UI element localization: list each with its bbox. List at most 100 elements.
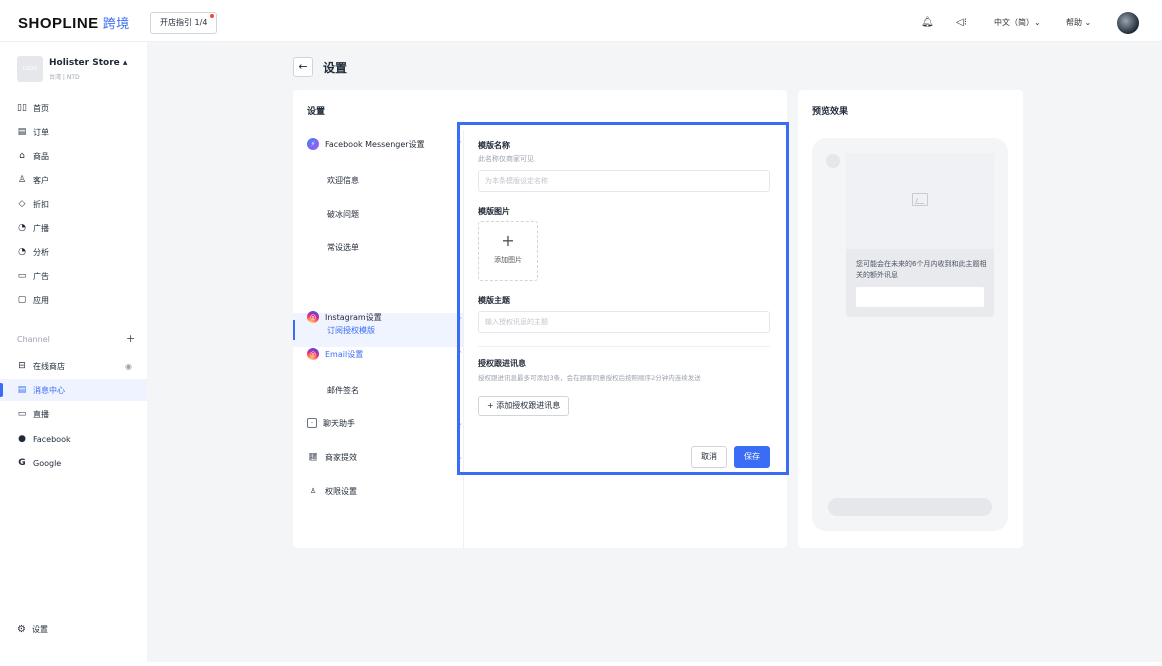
- submenu-welcome-message[interactable]: 欢迎信息: [327, 175, 359, 186]
- google-icon: G: [18, 458, 26, 468]
- facebook-icon: ●: [18, 434, 26, 444]
- user-permission-icon: ♙: [309, 487, 317, 495]
- preview-card: 预览效果 您可能会在未来的6个月内收到和此主题相关的额外讯息: [798, 90, 1023, 548]
- sidebar-item-label: 在线商店: [33, 361, 65, 371]
- email-icon: ◎: [307, 348, 319, 360]
- sidebar-item-label: 广播: [33, 223, 49, 233]
- customer-icon: ♙: [17, 175, 27, 185]
- preview-title: 预览效果: [812, 107, 849, 117]
- sidebar-item-broadcast[interactable]: ◔ 广播: [17, 220, 142, 236]
- sidebar-item-label: Facebook: [33, 434, 71, 444]
- shopline-logo[interactable]: SHOPLINE 跨境: [18, 13, 130, 32]
- submenu-icebreaker[interactable]: 破冰问题: [327, 209, 359, 220]
- store-guide-label: 开店指引 1/4: [160, 18, 208, 27]
- sidebar-item-live[interactable]: ▭ 直播: [17, 406, 142, 422]
- help-menu[interactable]: 帮助 ⌄: [1066, 17, 1091, 28]
- ads-icon: ▭: [17, 271, 27, 281]
- menu-messenger-settings[interactable]: ⚡︎ Facebook Messenger设置 ⌃: [307, 136, 463, 152]
- sidebar-item-home[interactable]: ▯▯ 首页: [17, 100, 142, 116]
- sidebar-item-message-center[interactable]: ▤ 消息中心: [17, 382, 142, 398]
- language-select[interactable]: 中文（简）⌄: [994, 17, 1041, 28]
- sidebar-item-label: 消息中心: [33, 385, 65, 395]
- sidebar-item-orders[interactable]: ▤ 订单: [17, 124, 142, 140]
- sidebar: LOGO Holister Store ▴ 台湾 | NTD ▯▯ 首页 ▤ 订单 …: [0, 42, 147, 666]
- apps-icon: ▢: [17, 295, 27, 305]
- home-icon: ▯▯: [17, 103, 27, 113]
- tag-icon: ◇: [18, 199, 26, 209]
- image-icon: [912, 193, 928, 206]
- analytics-icon: ◔: [18, 247, 26, 257]
- product-icon: ⌂: [19, 151, 25, 161]
- video-icon: ▭: [17, 409, 27, 419]
- menu-permission-settings[interactable]: ♙ 权限设置: [307, 483, 457, 499]
- menu-label: 聊天助手: [323, 418, 355, 428]
- store-name: Holister Store ▴: [49, 58, 128, 68]
- store-logo: LOGO: [17, 56, 43, 82]
- sidebar-item-label: 直播: [33, 409, 49, 419]
- sidebar-item-label: 折扣: [33, 199, 49, 209]
- sidebar-item-label: 客户: [33, 175, 49, 185]
- store-region: 台湾 | NTD: [49, 74, 80, 81]
- sidebar-item-customers[interactable]: ♙ 客户: [17, 172, 142, 188]
- phone-preview: 您可能会在未来的6个月内收到和此主题相关的额外讯息: [812, 138, 1008, 531]
- speaker-icon[interactable]: ◁⁝: [956, 17, 967, 28]
- preview-message-text: 您可能会在未来的6个月内收到和此主题相关的额外讯息: [856, 260, 987, 279]
- sidebar-item-label: 设置: [31, 625, 48, 634]
- menu-chat-assistant[interactable]: · 聊天助手 ⌄: [307, 415, 463, 431]
- preview-message-card: 您可能会在未来的6个月内收到和此主题相关的额外讯息: [846, 153, 994, 317]
- add-channel-button[interactable]: +: [126, 332, 135, 345]
- sidebar-item-label: Google: [33, 458, 62, 468]
- sidebar-item-label: 分析: [33, 247, 49, 257]
- menu-email-settings[interactable]: ◎ Email设置 ⌃: [307, 346, 463, 362]
- sidebar-item-online-store[interactable]: ⊟ 在线商店: [17, 358, 142, 374]
- settings-card-title: 设置: [307, 107, 326, 117]
- top-bar: SHOPLINE 跨境 开店指引 1/4 🔔︎ ◁⁝ 中文（简）⌄ 帮助 ⌄: [0, 4, 1162, 42]
- sidebar-item-label: 商品: [33, 151, 49, 161]
- menu-merchant-efficiency[interactable]: 📈︎ 商家提效 ⌄: [307, 449, 463, 465]
- submenu-subscription-template[interactable]: 订阅授权模版: [327, 325, 375, 336]
- preview-avatar: [826, 154, 840, 168]
- sidebar-item-facebook[interactable]: ● Facebook: [17, 431, 142, 447]
- sidebar-item-discounts[interactable]: ◇ 折扣: [17, 196, 142, 212]
- sidebar-item-products[interactable]: ⌂ 商品: [17, 148, 142, 164]
- chat-assistant-icon: ·: [307, 418, 317, 428]
- messenger-icon: ⚡︎: [307, 138, 319, 150]
- sidebar-item-settings[interactable]: ⚙︎ 设置: [17, 624, 48, 635]
- submenu-persistent-menu[interactable]: 常设选单: [327, 242, 359, 253]
- sidebar-item-label: 订单: [33, 127, 49, 137]
- sidebar-item-analytics[interactable]: ◔ 分析: [17, 244, 142, 260]
- gear-icon: ⚙︎: [17, 624, 26, 635]
- eye-icon[interactable]: ◉: [125, 362, 132, 371]
- store-icon: ⊟: [18, 361, 26, 371]
- menu-label: Instagram设置: [325, 312, 382, 322]
- submenu-email-signature[interactable]: 邮件签名: [327, 385, 359, 396]
- sidebar-item-apps[interactable]: ▢ 应用: [17, 292, 142, 308]
- sidebar-item-ads[interactable]: ▭ 广告: [17, 268, 142, 284]
- preview-input-bar: [828, 498, 992, 516]
- order-icon: ▤: [17, 127, 27, 137]
- sidebar-item-google[interactable]: G Google: [17, 455, 142, 471]
- preview-button-placeholder: [856, 287, 984, 307]
- page-title: 设置: [323, 61, 348, 75]
- menu-label: 权限设置: [325, 486, 357, 496]
- back-button[interactable]: ←: [293, 57, 313, 77]
- sidebar-item-label: 应用: [33, 295, 49, 305]
- bell-icon[interactable]: 🔔︎: [921, 17, 934, 28]
- submenu-active-indicator: [293, 320, 295, 340]
- chart-icon: 📈︎: [308, 453, 318, 461]
- menu-instagram-settings[interactable]: ◎ Instagram设置 ⌄: [307, 309, 463, 325]
- store-guide-button[interactable]: 开店指引 1/4: [150, 12, 218, 34]
- channel-section-label: Channel: [17, 335, 50, 344]
- menu-label: Email设置: [325, 349, 364, 359]
- sidebar-item-label: 广告: [33, 271, 49, 281]
- message-icon: ▤: [17, 385, 27, 395]
- notification-dot: [210, 14, 215, 18]
- sidebar-item-label: 首页: [33, 103, 49, 113]
- logo-text: SHOPLINE: [18, 15, 99, 32]
- logo-cn-text: 跨境: [102, 16, 130, 31]
- menu-label: Facebook Messenger设置: [325, 139, 425, 149]
- broadcast-icon: ◔: [18, 223, 26, 233]
- instagram-icon: ◎: [307, 311, 319, 323]
- preview-image-placeholder: [846, 153, 994, 249]
- user-avatar[interactable]: [1117, 12, 1139, 34]
